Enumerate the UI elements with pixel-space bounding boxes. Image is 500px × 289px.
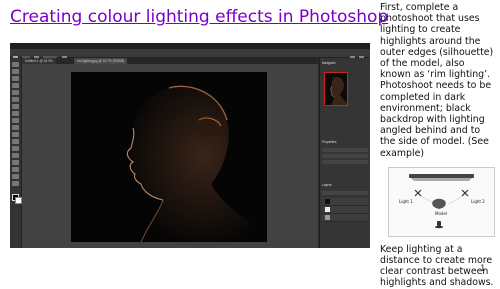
quick-select-tool-icon[interactable] xyxy=(12,83,19,88)
instruction-paragraph-2: Photoshoot needs to be completed in dark… xyxy=(380,80,492,159)
marquee-tool-icon[interactable] xyxy=(12,69,19,74)
slide-number: 1 xyxy=(480,264,486,274)
lighting-diagram-graphic: Light 1 Light 2 Model xyxy=(399,173,485,229)
slide-title[interactable]: Creating colour lighting effects in Phot… xyxy=(10,7,388,27)
gradient-tool-icon[interactable] xyxy=(12,139,19,144)
ps-options-bar[interactable] xyxy=(10,49,370,60)
stamp-tool-icon[interactable] xyxy=(12,118,19,123)
lasso-tool-icon[interactable] xyxy=(12,76,19,81)
brush-tool-icon[interactable] xyxy=(12,111,19,116)
eraser-tool-icon[interactable] xyxy=(12,132,19,137)
light-2-icon xyxy=(461,189,469,197)
layer-row[interactable] xyxy=(322,198,368,206)
properties-row[interactable] xyxy=(322,160,368,164)
dodge-tool-icon[interactable] xyxy=(12,153,19,158)
lighting-setup-diagram: Light 1 Light 2 Model xyxy=(388,166,495,237)
blur-tool-icon[interactable] xyxy=(12,146,19,151)
crop-tool-icon[interactable] xyxy=(12,90,19,95)
instruction-paragraph-1: First, complete a photoshoot that uses l… xyxy=(380,2,494,81)
pen-tool-icon[interactable] xyxy=(12,160,19,165)
eyedropper-tool-icon[interactable] xyxy=(12,97,19,102)
ps-panels[interactable]: Navigator Properties Layers xyxy=(319,58,370,248)
camera-icon xyxy=(437,220,441,226)
path-select-tool-icon[interactable] xyxy=(12,174,19,179)
light-1-label: Light 1 xyxy=(399,199,413,204)
properties-panel-title[interactable]: Properties xyxy=(322,140,337,144)
layers-blend-mode[interactable] xyxy=(322,191,368,195)
layer-thumbnail xyxy=(325,207,330,212)
rim-lit-portrait-photo[interactable] xyxy=(71,72,267,242)
light-2-label: Light 2 xyxy=(471,199,485,204)
instructions-column: First, complete a photoshoot that uses l… xyxy=(380,2,495,289)
healing-tool-icon[interactable] xyxy=(12,104,19,109)
layers-panel-title[interactable]: Layers xyxy=(322,183,332,187)
properties-row[interactable] xyxy=(322,154,368,158)
instruction-paragraph-3: Keep lighting at a distance to create mo… xyxy=(380,243,494,289)
light-1-icon xyxy=(414,189,422,197)
history-brush-tool-icon[interactable] xyxy=(12,125,19,130)
properties-row[interactable] xyxy=(322,148,368,152)
move-tool-icon[interactable] xyxy=(12,62,19,67)
background-color-swatch[interactable] xyxy=(15,197,22,204)
model-icon xyxy=(432,198,446,209)
layer-row[interactable] xyxy=(322,206,368,214)
ps-toolbar[interactable] xyxy=(10,58,22,248)
layer-row[interactable] xyxy=(322,214,368,222)
navigator-thumbnail[interactable] xyxy=(324,72,348,106)
navigator-panel-title[interactable]: Navigator xyxy=(322,61,336,65)
navigator-preview-image xyxy=(330,76,347,105)
layer-thumbnail xyxy=(325,199,330,204)
hand-tool-icon[interactable] xyxy=(12,181,19,186)
photoshop-screenshot: PsFileEditImageLayerTypeSelectFilter3DVi… xyxy=(10,43,370,248)
profile-silhouette-image xyxy=(71,72,267,242)
layer-thumbnail xyxy=(325,215,330,220)
type-tool-icon[interactable] xyxy=(12,167,19,172)
model-label: Model xyxy=(435,211,447,216)
